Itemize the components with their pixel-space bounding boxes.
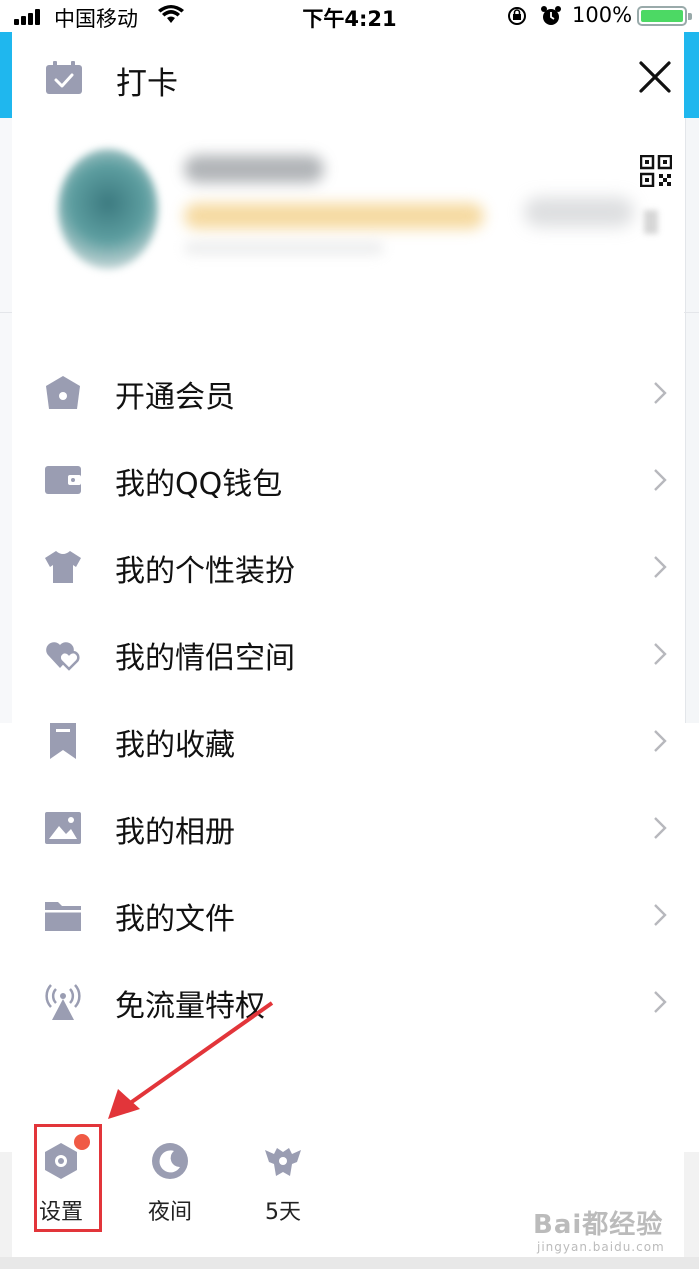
drawer-menu: 开通会员 我的QQ钱包 我的个性装扮 我的情侣空间 我的收藏 我的相册 我的文件… [12, 349, 684, 1045]
qr-code-icon[interactable] [640, 155, 672, 187]
menu-item-favorites[interactable]: 我的收藏 [12, 697, 684, 784]
menu-item-label: 开通会员 [115, 380, 235, 415]
watermark: Bai都经验 jingyan.baidu.com [533, 1200, 683, 1256]
checkin-label[interactable]: 打卡 [116, 58, 178, 103]
menu-item-label: 我的文件 [115, 902, 235, 937]
winged-badge-icon [265, 1148, 301, 1176]
chevron-right-icon [654, 469, 667, 491]
menu-item-label: 我的收藏 [115, 728, 235, 763]
watermark-subtext: jingyan.baidu.com [537, 1240, 665, 1254]
watermark-text: Bai都经验 [533, 1210, 664, 1240]
calendar-check-icon[interactable] [45, 61, 83, 95]
login-days-button[interactable]: 5天 [243, 1132, 323, 1232]
login-days-label: 5天 [265, 1200, 301, 1225]
hearts-icon [46, 642, 80, 671]
chevron-right-icon [654, 556, 667, 578]
broadcast-icon [45, 984, 81, 1020]
battery-icon [637, 6, 692, 26]
photo-icon [45, 812, 81, 844]
background-right-edge [685, 118, 699, 723]
crown-icon [46, 376, 80, 409]
drawer-header: 打卡 [12, 44, 684, 110]
menu-item-label: 我的相册 [115, 815, 235, 850]
menu-item-free-data[interactable]: 免流量特权 [12, 958, 684, 1045]
menu-item-files[interactable]: 我的文件 [12, 871, 684, 958]
battery-percent: 100% [572, 3, 633, 27]
menu-item-wallet[interactable]: 我的QQ钱包 [12, 436, 684, 523]
battery-fill [641, 10, 683, 22]
menu-item-album[interactable]: 我的相册 [12, 784, 684, 871]
blurred-signature [184, 241, 384, 255]
blurred-edge [644, 210, 658, 234]
moon-icon [152, 1143, 188, 1179]
folder-icon [45, 902, 81, 931]
avatar[interactable] [58, 149, 158, 269]
night-mode-button[interactable]: 夜间 [130, 1132, 210, 1232]
menu-item-couple-space[interactable]: 我的情侣空间 [12, 610, 684, 697]
menu-item-label: 我的QQ钱包 [115, 467, 283, 502]
menu-item-label: 免流量特权 [115, 989, 265, 1024]
menu-item-vip[interactable]: 开通会员 [12, 349, 684, 436]
chevron-right-icon [654, 991, 667, 1013]
bookmark-icon [50, 723, 76, 759]
annotation-highlight-box [34, 1124, 102, 1232]
background-left-edge [0, 118, 12, 723]
chevron-right-icon [654, 382, 667, 404]
chevron-right-icon [654, 817, 667, 839]
side-drawer: 打卡 开通会员 我的QQ钱包 我的个性装扮 我的情侣空间 我的收藏 我的相册 我… [12, 0, 684, 1257]
rotation-lock-icon [508, 7, 526, 25]
chevron-right-icon [654, 904, 667, 926]
wallet-icon [45, 466, 81, 494]
alarm-icon [541, 6, 561, 25]
background-base [0, 1257, 699, 1269]
menu-item-label: 我的情侣空间 [115, 641, 295, 676]
close-icon[interactable] [636, 58, 674, 96]
profile-card[interactable] [44, 137, 649, 287]
night-mode-label: 夜间 [147, 1200, 192, 1225]
blurred-level-badge [184, 203, 484, 229]
blurred-nickname [184, 155, 324, 183]
chevron-right-icon [654, 643, 667, 665]
menu-item-theme[interactable]: 我的个性装扮 [12, 523, 684, 610]
status-bar: 中国移动 下午4:21 100% [0, 0, 699, 32]
chevron-right-icon [654, 730, 667, 752]
menu-item-label: 我的个性装扮 [115, 554, 295, 589]
blurred-info [524, 197, 634, 227]
tshirt-icon [45, 551, 81, 583]
